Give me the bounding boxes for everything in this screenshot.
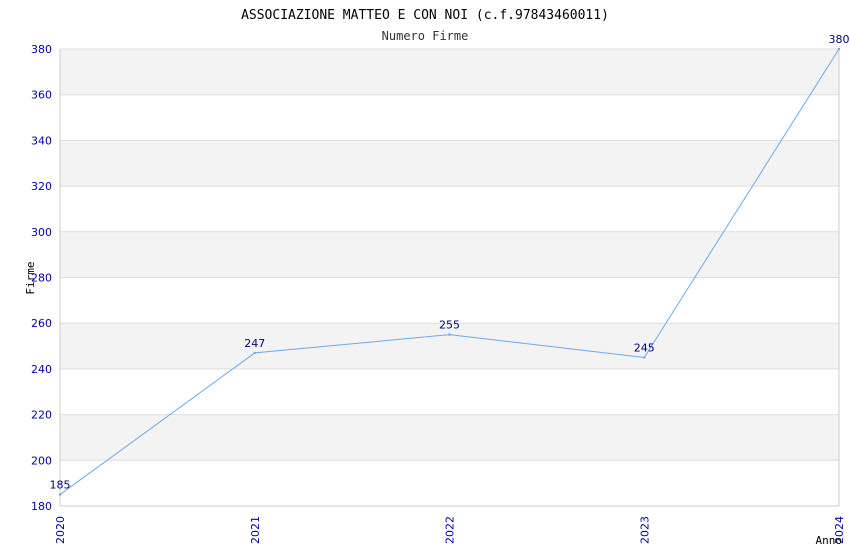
data-label: 247 bbox=[244, 337, 265, 350]
data-point bbox=[58, 493, 62, 496]
chart-subtitle: Numero Firme bbox=[382, 29, 469, 43]
y-tick-label: 360 bbox=[31, 89, 52, 102]
y-axis-label: Firme bbox=[24, 261, 37, 294]
y-tick-label: 300 bbox=[31, 226, 52, 239]
y-tick-label: 220 bbox=[31, 409, 52, 422]
y-tick-label: 200 bbox=[31, 454, 52, 467]
data-label: 185 bbox=[50, 479, 71, 492]
x-tick-label: 2020 bbox=[54, 516, 67, 544]
x-tick-label: 2022 bbox=[444, 516, 457, 544]
data-point bbox=[643, 356, 646, 359]
background-band bbox=[60, 414, 839, 461]
data-point bbox=[837, 47, 841, 51]
data-point bbox=[253, 351, 256, 355]
y-tick-label: 380 bbox=[31, 43, 52, 56]
data-label: 380 bbox=[829, 33, 850, 46]
chart-container: 180 200 220 240 260 280 300 320 340 360 380 2020 20… bbox=[0, 0, 850, 550]
data-point bbox=[448, 333, 451, 336]
data-label: 255 bbox=[439, 319, 460, 332]
x-tick-label: 2021 bbox=[249, 516, 262, 544]
background-bands bbox=[60, 49, 839, 461]
data-label: 245 bbox=[634, 341, 655, 354]
x-tick-labels: 2020 2021 2022 2023 2024 bbox=[54, 516, 846, 544]
x-axis-label: Anno bbox=[816, 534, 843, 547]
y-tick-label: 320 bbox=[31, 180, 52, 193]
y-tick-label: 180 bbox=[31, 500, 52, 513]
x-tick-label: 2023 bbox=[638, 516, 651, 544]
y-tick-label: 240 bbox=[31, 363, 52, 376]
chart-title: ASSOCIAZIONE MATTEO E CON NOI (c.f.97843… bbox=[241, 8, 609, 23]
y-tick-label: 260 bbox=[31, 317, 52, 330]
background-band bbox=[60, 140, 839, 187]
background-band bbox=[60, 49, 839, 95]
background-band bbox=[60, 231, 839, 278]
y-tick-label: 340 bbox=[31, 134, 52, 147]
line-chart: 180200220240260280300320340360380 2020 20… bbox=[24, 8, 850, 547]
